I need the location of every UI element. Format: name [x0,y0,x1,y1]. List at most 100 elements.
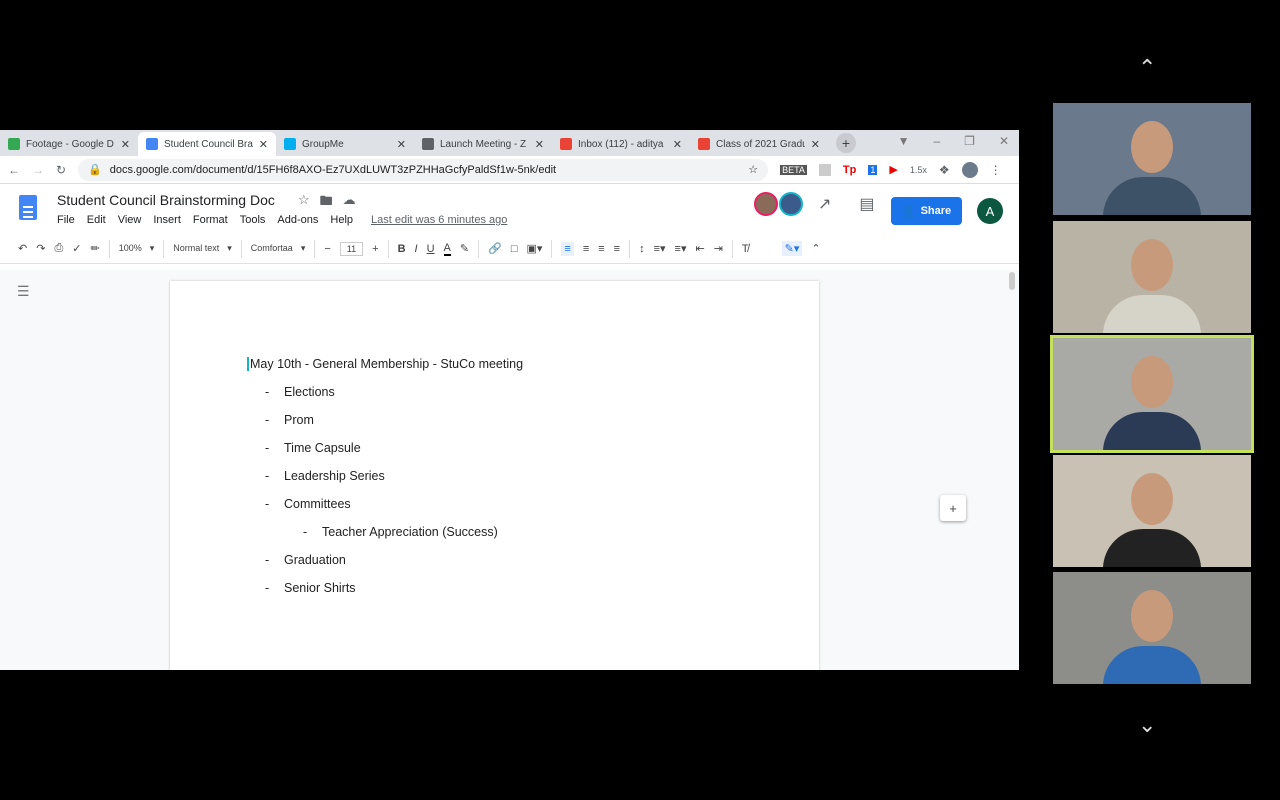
close-tab-icon[interactable]: ✕ [121,138,130,151]
underline-button[interactable]: U [427,243,435,255]
close-tab-icon[interactable]: ✕ [397,138,406,151]
collapse-menus-icon[interactable]: ⌃ [811,242,820,255]
puzzle-icon[interactable]: ❖ [939,163,950,177]
browser-tab[interactable]: Launch Meeting - Z ✕ [414,132,552,156]
close-tab-icon[interactable]: ✕ [673,138,682,151]
browser-tab[interactable]: Footage - Google D ✕ [0,132,138,156]
highlight-icon[interactable]: ✎ [460,242,469,255]
comments-icon[interactable]: ▤ [859,194,874,214]
list-item: - Prom [265,413,314,427]
text-color-button[interactable]: A [443,242,451,256]
menu-format[interactable]: Format [193,214,228,226]
account-avatar[interactable]: A [977,198,1003,224]
participant-video-tile[interactable] [1050,335,1254,453]
collaborator-avatar[interactable] [779,192,803,216]
close-tab-icon[interactable]: ✕ [535,138,544,151]
decrease-indent-icon[interactable]: ⇤ [695,242,704,255]
spellcheck-icon[interactable]: ✓ [72,242,81,255]
participant-video-tile[interactable] [1053,455,1251,567]
back-icon[interactable]: ← [8,163,20,177]
restore-button[interactable]: ❐ [964,134,975,148]
italic-button[interactable]: I [415,243,418,255]
font-select[interactable]: Comfortaa ▾ [251,243,306,254]
line-spacing-icon[interactable]: ↕ [639,243,645,255]
menu-insert[interactable]: Insert [153,214,181,226]
decrease-font-size-button[interactable]: − [324,243,330,255]
increase-font-size-button[interactable]: + [372,243,378,255]
url-field[interactable]: 🔒 docs.google.com/document/d/15FH6f8AXO-… [78,158,769,181]
close-window-button[interactable]: ✕ [999,134,1009,148]
style-select[interactable]: Normal text ▾ [173,243,232,254]
browser-tab[interactable]: Student Council Bra ✕ [138,132,276,156]
menu-view[interactable]: View [118,214,142,226]
scroll-down-chevron-icon[interactable]: ⌄ [1138,712,1156,738]
add-comment-fab[interactable]: + [940,495,966,521]
menu-help[interactable]: Help [330,214,353,226]
close-tab-icon[interactable]: ✕ [811,138,820,151]
menu-add-ons[interactable]: Add-ons [277,214,318,226]
align-right-button[interactable]: ≡ [598,243,604,255]
extension-tp[interactable]: Tp [843,164,856,176]
document-page[interactable]: May 10th - General Membership - StuCo me… [170,281,819,670]
document-title[interactable]: Student Council Brainstorming Doc [57,192,275,208]
bulleted-list-icon[interactable]: ≡▾ [675,242,687,255]
list-item: - Senior Shirts [265,581,356,595]
close-tab-icon[interactable]: ✕ [259,138,268,151]
align-center-button[interactable]: ≡ [583,243,589,255]
outline-icon[interactable]: ☰ [17,283,30,300]
undo-icon[interactable]: ↶ [18,242,27,255]
align-left-button[interactable]: ≡ [561,241,574,256]
forward-icon[interactable]: → [32,163,44,177]
document-canvas: ☰ May 10th - General Membership - StuCo … [0,270,1019,670]
comment-add-icon[interactable]: □ [511,243,518,255]
paint-format-icon[interactable]: ✏ [90,242,99,255]
share-button[interactable]: 👤 Share [891,197,962,225]
bookmark-star-icon[interactable]: ☆ [748,163,758,176]
numbered-list-icon[interactable]: ≡▾ [654,242,666,255]
last-edit-link[interactable]: Last edit was 6 minutes ago [371,214,507,226]
scrollbar[interactable] [1009,272,1015,290]
star-icon[interactable]: ☆ [298,192,310,214]
menu-tools[interactable]: Tools [240,214,266,226]
browser-tab[interactable]: GroupMe ✕ [276,132,414,156]
browser-tab[interactable]: Class of 2021 Gradu ✕ [690,132,828,156]
profile-avatar[interactable] [961,161,978,178]
cloud-status-icon[interactable]: ☁ [343,192,356,214]
new-tab-button[interactable]: + [836,133,856,153]
menu-file[interactable]: File [57,214,75,226]
docs-logo-icon[interactable] [19,195,37,220]
move-folder-icon[interactable]: 🖿 [320,192,333,214]
redo-icon[interactable]: ↷ [36,242,45,255]
participant-video-tile[interactable] [1053,103,1251,215]
profile-menu-icon[interactable]: ▼ [898,134,910,148]
participant-video-tile[interactable] [1053,221,1251,333]
editing-mode-button[interactable]: ✎▾ [781,241,803,256]
menu-edit[interactable]: Edit [87,214,106,226]
scroll-up-chevron-icon[interactable]: ⌃ [1138,55,1156,81]
participant-head [1131,121,1173,173]
extension-grey-icon[interactable] [818,163,831,176]
clear-formatting-icon[interactable]: T̸ [742,243,749,255]
link-icon[interactable]: 🔗 [488,242,502,255]
increase-indent-icon[interactable]: ⇥ [714,242,723,255]
browser-tab[interactable]: Inbox (112) - aditya ✕ [552,132,690,156]
image-icon[interactable]: ▣▾ [526,242,542,255]
kebab-menu-icon[interactable]: ⋮ [990,163,1002,177]
minimize-button[interactable]: – [933,134,940,148]
bold-button[interactable]: B [398,243,406,255]
extension-beta[interactable]: BETA [780,164,807,175]
zoom-select[interactable]: 100% ▾ [119,243,155,254]
activity-trend-icon[interactable]: ↗ [818,194,831,214]
collaborator-avatar[interactable] [754,192,778,216]
youtube-extension-icon[interactable]: ▶ [889,163,897,176]
extension-count[interactable]: 1 [868,164,878,175]
font-size-field[interactable]: 11 [339,241,364,256]
reload-icon[interactable]: ↻ [56,163,66,177]
doc-heading: May 10th - General Membership - StuCo me… [247,357,523,371]
participant-video-tile[interactable] [1053,572,1251,684]
window-controls: ▼ – ❐ ✕ [898,134,1009,148]
tab-favicon-icon [422,138,434,150]
justify-button[interactable]: ≡ [614,243,620,255]
speed-extension[interactable]: 1.5x [910,165,927,175]
print-icon[interactable]: ⎙ [54,242,63,255]
